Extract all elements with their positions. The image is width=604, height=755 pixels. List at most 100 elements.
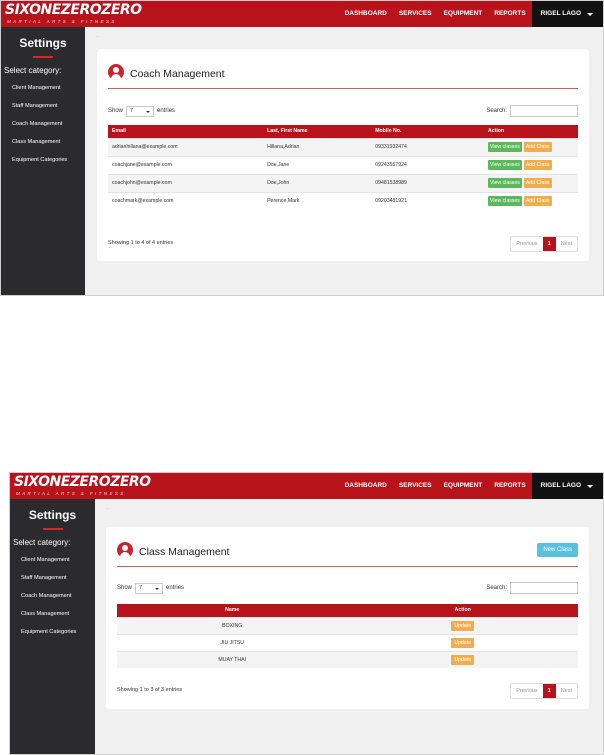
nav-equipment[interactable]: EQUIPMENT	[438, 1, 489, 27]
entries-select[interactable]: 7	[135, 582, 164, 594]
breadcrumb: .	[97, 33, 99, 39]
col-action[interactable]: Action	[483, 125, 578, 138]
cell-name: MUAY THAI	[117, 650, 348, 668]
view-classes-button[interactable]: View classes	[487, 196, 522, 207]
nav-services[interactable]: SERVICES	[393, 1, 438, 27]
next-page-button[interactable]: Next	[555, 684, 577, 698]
add-class-button[interactable]: Add Class	[523, 196, 552, 207]
prev-page-button[interactable]: Previous	[511, 684, 543, 698]
sidebar-item-client[interactable]: Client Management	[1, 79, 85, 97]
caret-down-icon	[587, 484, 593, 488]
nav-reports[interactable]: REPORTS	[488, 473, 531, 499]
table-row: coachjohn@example.com Doe,John 094815389…	[108, 173, 578, 192]
next-page-button[interactable]: Next	[555, 237, 577, 251]
cell-email: coachmark@example.com	[108, 191, 264, 210]
search-label: Search:	[486, 108, 507, 114]
col-name[interactable]: Name	[117, 604, 348, 617]
sidebar-item-class[interactable]: Class Management	[10, 605, 95, 623]
table-controls: Show 7 entries Search:	[117, 581, 578, 595]
settings-sidebar: Settings Select category: Client Managem…	[10, 499, 95, 754]
cell-action: Update	[347, 616, 578, 634]
brand-logo[interactable]: SIXONEZEROZERO MARTIAL ARTS & FITNESS	[1, 1, 142, 27]
user-name: RIGEL LAGO	[540, 482, 581, 489]
add-class-button[interactable]: Add Class	[523, 160, 552, 170]
col-email[interactable]: Email	[108, 125, 264, 138]
table-row: JIU JITSU Update	[117, 633, 578, 651]
sidebar-subtitle: Select category:	[13, 537, 71, 547]
view-classes-button[interactable]: View classes	[487, 160, 522, 170]
user-menu[interactable]: RIGEL LAGO	[531, 473, 603, 499]
cell-action: View classes Add Class	[483, 155, 578, 174]
nav-services[interactable]: SERVICES	[393, 473, 438, 499]
nav-reports[interactable]: REPORTS	[488, 1, 531, 27]
add-class-button[interactable]: Add Class	[523, 142, 552, 152]
user-circle-icon	[117, 542, 133, 558]
sidebar-item-equipment[interactable]: Equipment Categories	[10, 623, 95, 641]
cell-email: coachjane@example.com	[108, 155, 264, 174]
update-button[interactable]: Update	[451, 620, 475, 631]
coach-card: Coach Management Show 7 entries Search: …	[97, 49, 589, 261]
col-name[interactable]: Last, First Name	[263, 125, 372, 138]
page-title: Class Management	[139, 546, 230, 558]
class-table: Name Action BOXING Update JIU JITSU Upda…	[117, 604, 578, 668]
update-button[interactable]: Update	[451, 654, 475, 665]
sidebar-item-equipment[interactable]: Equipment Categories	[1, 151, 85, 169]
table-row: coachjane@example.com Doe,Jane 092435579…	[108, 155, 578, 174]
table-controls: Show 7 entries Search:	[108, 104, 578, 118]
coach-management-screen: SIXONEZEROZERO MARTIAL ARTS & FITNESS DA…	[0, 0, 604, 296]
view-classes-button[interactable]: View classes	[487, 142, 522, 152]
category-list: Client Management Staff Management Coach…	[10, 551, 95, 641]
user-menu[interactable]: RIGEL LAGO	[531, 1, 603, 27]
brand-logo[interactable]: SIXONEZEROZERO MARTIAL ARTS & FITNESS	[10, 473, 151, 499]
brand-tagline: MARTIAL ARTS & FITNESS	[16, 491, 126, 496]
class-management-screen: SIXONEZEROZERO MARTIAL ARTS & FITNESS DA…	[9, 472, 604, 755]
sidebar-item-staff[interactable]: Staff Management	[10, 569, 95, 587]
nav-dashboard[interactable]: DASHBOARD	[339, 1, 393, 27]
cell-email: adrianhillana@example.com	[108, 137, 264, 156]
sidebar-item-class[interactable]: Class Management	[1, 133, 85, 151]
table-row: adrianhillana@example.com Hillana,Adrian…	[108, 137, 578, 156]
cell-mobile: 09243557924	[371, 155, 484, 174]
prev-page-button[interactable]: Previous	[511, 237, 543, 251]
new-class-button[interactable]: New Class	[537, 543, 578, 557]
add-class-button[interactable]: Add Class	[523, 178, 552, 188]
search-input[interactable]	[510, 582, 578, 594]
cell-action: View classes Add Class	[483, 173, 578, 192]
search-control: Search:	[486, 581, 578, 595]
col-action[interactable]: Action	[347, 604, 578, 617]
col-mobile[interactable]: Mobile No.	[371, 125, 484, 138]
table-row: BOXING Update	[117, 616, 578, 634]
sidebar-title: Settings	[19, 36, 67, 50]
chevron-down-icon	[146, 110, 151, 113]
chevron-down-icon	[155, 587, 160, 590]
sidebar-item-coach[interactable]: Coach Management	[1, 115, 85, 133]
cell-name: Doe,John	[263, 173, 372, 192]
brand-name: SIXONEZEROZERO	[5, 2, 142, 18]
card-header: Coach Management	[108, 63, 578, 89]
breadcrumb: .	[107, 505, 109, 511]
view-classes-button[interactable]: View classes	[487, 178, 522, 188]
nav-dashboard[interactable]: DASHBOARD	[339, 473, 393, 499]
update-button[interactable]: Update	[451, 637, 475, 648]
nav-equipment[interactable]: EQUIPMENT	[438, 473, 489, 499]
class-card: Class Management New Class Show 7 entrie…	[106, 527, 589, 709]
sidebar-item-staff[interactable]: Staff Management	[1, 97, 85, 115]
main-content: . Class Management New Class Show 7 entr…	[95, 499, 603, 754]
brand-tagline: MARTIAL ARTS & FITNESS	[7, 19, 117, 24]
nav-links: DASHBOARD SERVICES EQUIPMENT REPORTS RIG…	[339, 1, 603, 27]
search-label: Search:	[486, 585, 507, 591]
entries-select[interactable]: 7	[126, 105, 155, 117]
page-1-button[interactable]: 1	[542, 237, 556, 251]
main-content: . Coach Management Show 7 entries Search…	[85, 27, 603, 295]
sidebar-item-coach[interactable]: Coach Management	[10, 587, 95, 605]
cell-name: Hillana,Adrian	[263, 137, 372, 156]
table-row: coachmark@example.com Perence,Mark 09203…	[108, 191, 578, 210]
top-navbar: SIXONEZEROZERO MARTIAL ARTS & FITNESS DA…	[10, 473, 603, 499]
entries-label: entries	[157, 108, 176, 114]
page-1-button[interactable]: 1	[542, 684, 556, 698]
sidebar-item-client[interactable]: Client Management	[10, 551, 95, 569]
show-label: Show	[117, 585, 133, 591]
search-input[interactable]	[510, 105, 578, 117]
table-header-row: Name Action	[117, 604, 578, 617]
sidebar-divider	[33, 56, 53, 58]
